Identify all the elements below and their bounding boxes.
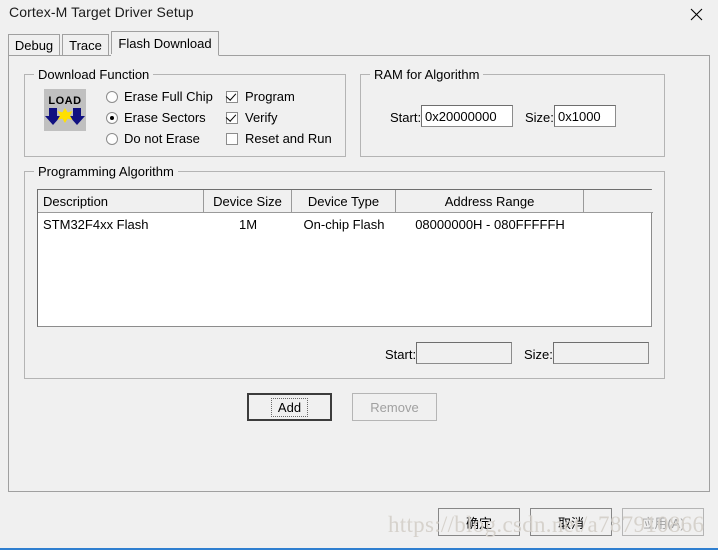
checkbox-reset-and-run[interactable]: Reset and Run [226, 131, 332, 146]
apply-button: 应用(A) [622, 508, 704, 536]
cell-device-size: 1M [238, 216, 258, 232]
tab-trace[interactable]: Trace [62, 34, 109, 55]
algorithm-start-input[interactable] [416, 342, 512, 364]
radio-label: Erase Full Chip [124, 89, 213, 104]
table-row[interactable]: STM32F4xx Flash 1M On-chip Flash 0800000… [38, 213, 651, 235]
tab-strip: Debug Trace Flash Download [8, 31, 710, 56]
checkbox-indicator [226, 90, 238, 103]
remove-button: Remove [352, 393, 437, 421]
column-header-device-size[interactable]: Device Size [204, 190, 292, 213]
column-header-description[interactable]: Description [38, 190, 204, 213]
radio-label: Erase Sectors [124, 110, 206, 125]
ram-start-input[interactable]: 0x20000000 [421, 105, 513, 127]
cell-description: STM32F4xx Flash [43, 216, 149, 232]
cancel-button-label: 取消 [557, 515, 584, 531]
radio-indicator [106, 90, 118, 103]
tab-flash-download[interactable]: Flash Download [111, 31, 219, 56]
checkbox-label: Program [245, 89, 295, 104]
radio-erase-full-chip[interactable]: Erase Full Chip [106, 89, 213, 104]
algorithm-start-label: Start: [385, 347, 417, 362]
load-icon: LOAD [44, 89, 86, 131]
apply-button-label: 应用(A) [641, 515, 685, 531]
checkbox-indicator [226, 111, 238, 124]
checkbox-program[interactable]: Program [226, 89, 295, 104]
checkbox-verify[interactable]: Verify [226, 110, 278, 125]
cell-address-range: 08000000H - 080FFFFFH [415, 216, 565, 232]
column-header-device-type[interactable]: Device Type [292, 190, 396, 213]
programming-algorithm-title: Programming Algorithm [34, 164, 178, 179]
ram-for-algorithm-title: RAM for Algorithm [370, 67, 484, 82]
radio-do-not-erase[interactable]: Do not Erase [106, 131, 200, 146]
ok-button-label: 确定 [465, 515, 492, 531]
ram-size-input[interactable]: 0x1000 [554, 105, 616, 127]
close-icon[interactable] [674, 0, 718, 29]
column-header-extra[interactable] [584, 190, 653, 213]
ram-start-label: Start: [390, 110, 422, 125]
algorithm-size-input[interactable] [553, 342, 649, 364]
cancel-button[interactable]: 取消 [530, 508, 612, 536]
active-tab-joint [111, 54, 210, 56]
table-header-row: Description Device Size Device Type Addr… [38, 190, 653, 213]
ok-button[interactable]: 确定 [438, 508, 520, 536]
programming-algorithm-table[interactable]: Description Device Size Device Type Addr… [37, 189, 653, 327]
radio-erase-sectors[interactable]: Erase Sectors [106, 110, 206, 125]
radio-indicator [106, 111, 118, 124]
target-driver-setup-dialog: Cortex-M Target Driver Setup Debug Trace… [0, 0, 718, 550]
tab-debug[interactable]: Debug [8, 34, 60, 55]
ram-size-label: Size: [525, 110, 554, 125]
column-header-address-range[interactable]: Address Range [396, 190, 584, 213]
radio-indicator [106, 132, 118, 145]
cell-device-type: On-chip Flash [303, 216, 385, 232]
cell-extra [584, 213, 653, 235]
title-bar: Cortex-M Target Driver Setup [0, 0, 718, 30]
algorithm-size-label: Size: [524, 347, 553, 362]
radio-label: Do not Erase [124, 131, 200, 146]
checkbox-label: Verify [245, 110, 278, 125]
download-function-title: Download Function [34, 67, 154, 82]
checkbox-indicator [226, 132, 238, 145]
checkbox-label: Reset and Run [245, 131, 332, 146]
svg-text:LOAD: LOAD [48, 95, 81, 107]
window-title: Cortex-M Target Driver Setup [9, 4, 194, 20]
add-button-label: Add [270, 397, 309, 417]
remove-button-label: Remove [370, 399, 419, 415]
add-button[interactable]: Add [247, 393, 332, 421]
